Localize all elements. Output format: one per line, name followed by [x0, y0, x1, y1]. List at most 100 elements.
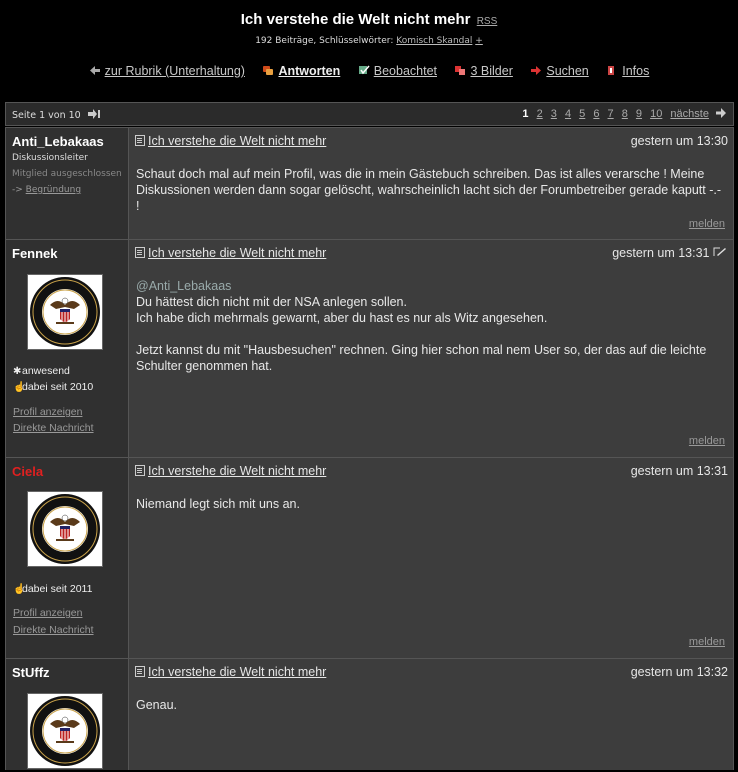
nav-back-to-category[interactable]: zur Rubrik (Unterhaltung)	[89, 64, 245, 78]
page-link[interactable]: 4	[565, 108, 571, 120]
post-time: gestern um 13:32	[630, 665, 728, 679]
page-link[interactable]: 6	[593, 108, 599, 120]
pagination-bar: Seite 1 von 10 1 2 3 4 5 6 7 8 9 10 näch…	[5, 102, 734, 126]
avatar[interactable]	[27, 274, 103, 350]
member-since: ☝dabei seit 2010	[13, 381, 93, 393]
post-title-text: Ich verstehe die Welt nicht mehr	[148, 134, 327, 148]
post-line: Ich habe dich mehrmals gewarnt, aber du …	[136, 311, 548, 325]
page-link[interactable]: 7	[608, 108, 614, 120]
rss-link[interactable]: RSS	[477, 16, 498, 27]
page-link[interactable]: 3	[551, 108, 557, 120]
nav-reply[interactable]: Antworten	[262, 64, 340, 78]
document-icon	[135, 666, 145, 677]
post-title[interactable]: Ich verstehe die Welt nicht mehr	[135, 134, 326, 148]
author-role: Diskussionsleiter	[12, 153, 88, 163]
edit-icon[interactable]	[713, 247, 727, 258]
hand-icon: ☝	[13, 584, 26, 595]
watch-icon	[358, 65, 370, 75]
reply-icon	[263, 66, 274, 75]
post-author-panel: Anti_Lebakaas Diskussionsleiter Mitglied…	[6, 128, 129, 239]
next-page-link[interactable]: nächste	[670, 108, 709, 120]
nsa-seal-image	[30, 696, 100, 766]
document-icon	[135, 135, 145, 146]
post: Fennek ✱anwesend ☝dabei seit 2010 Profil…	[5, 239, 734, 458]
page-links: 1 2 3 4 5 6 7 8 9 10 nächste	[517, 108, 727, 120]
post-content: Ich verstehe die Welt nicht mehr gestern…	[129, 659, 733, 770]
post: Ciela ☝dabei seit 2011 Profil anzeigen D…	[5, 457, 734, 659]
online-status: ✱anwesend	[13, 365, 70, 377]
nav-watched[interactable]: Beobachtet	[358, 64, 437, 78]
status-text: anwesend	[22, 365, 70, 377]
post-time: gestern um 13:31	[630, 464, 728, 478]
jump-to-page-icon[interactable]	[87, 109, 101, 119]
page-info: Seite 1 von 10	[12, 109, 101, 121]
direct-message-link[interactable]: Direkte Nachricht	[13, 422, 94, 434]
nav-label: Beobachtet	[373, 64, 437, 78]
post: Anti_Lebakaas Diskussionsleiter Mitglied…	[5, 127, 734, 240]
hand-icon: ☝	[13, 382, 26, 393]
member-excluded-note: Mitglied ausgeschlossen	[12, 169, 122, 179]
report-link[interactable]: melden	[689, 435, 725, 447]
post-text: Niemand legt sich mit uns an.	[136, 497, 300, 511]
page-link[interactable]: 10	[650, 108, 662, 120]
document-icon	[135, 247, 145, 258]
arrow-left-icon	[89, 66, 100, 75]
page-link[interactable]: 9	[636, 108, 642, 120]
post-author-panel: StUffz	[6, 659, 129, 770]
post-line: Jetzt kannst du mit "Hausbesuchen" rechn…	[136, 343, 707, 373]
avatar[interactable]	[27, 491, 103, 567]
member-since-text: dabei seit 2010	[22, 381, 94, 393]
nav-label: zur Rubrik (Unterhaltung)	[104, 64, 245, 78]
author-name[interactable]: Fennek	[12, 246, 58, 261]
page-current: 1	[522, 108, 529, 120]
author-name[interactable]: Ciela	[12, 464, 43, 479]
profile-link[interactable]: Profil anzeigen	[13, 607, 82, 619]
nav-label: Antworten	[278, 64, 341, 78]
post-title-text: Ich verstehe die Welt nicht mehr	[148, 665, 327, 679]
nav-info[interactable]: Infos	[606, 64, 649, 78]
post: StUffz Ich verstehe die Welt nicht mehr …	[5, 658, 734, 770]
thread-meta: 192 Beiträge, Schlüsselwörter: Komisch S…	[0, 36, 738, 46]
post-time-text: gestern um 13:31	[612, 246, 710, 260]
thread-title-text: Ich verstehe die Welt nicht mehr	[240, 11, 471, 28]
person-icon: ✱	[13, 366, 22, 377]
post-time: gestern um 13:30	[630, 134, 728, 148]
profile-link[interactable]: Profil anzeigen	[13, 406, 82, 418]
direct-message-link[interactable]: Direkte Nachricht	[13, 624, 94, 636]
arrow-right-icon[interactable]	[715, 108, 727, 118]
post-text: @Anti_Lebakaas Du hättest dich nicht mit…	[136, 278, 723, 374]
page-info-text: Seite 1 von 10	[12, 110, 81, 121]
page-link[interactable]: 5	[579, 108, 585, 120]
avatar[interactable]	[27, 693, 103, 769]
nav-images[interactable]: 3 Bilder	[454, 64, 513, 78]
post-title-text: Ich verstehe die Welt nicht mehr	[148, 464, 327, 478]
post-line: Du hättest dich nicht mit der NSA anlege…	[136, 295, 407, 309]
nav-label: 3 Bilder	[470, 64, 513, 78]
thread-title: Ich verstehe die Welt nicht mehr RSS	[0, 11, 738, 28]
posts-count: 192 Beiträge, Schlüsselwörter:	[255, 36, 394, 46]
nav-label: Infos	[622, 64, 650, 78]
post-text: Schaut doch mal auf mein Profil, was die…	[136, 167, 722, 213]
post-text: Genau.	[136, 698, 178, 712]
add-keyword-link[interactable]: +	[475, 36, 483, 46]
author-name[interactable]: StUffz	[12, 665, 50, 680]
post-title[interactable]: Ich verstehe die Welt nicht mehr	[135, 246, 326, 260]
reason-link[interactable]: Begründung	[26, 185, 81, 195]
page-link[interactable]: 8	[622, 108, 628, 120]
post-author-panel: Fennek ✱anwesend ☝dabei seit 2010 Profil…	[6, 240, 129, 457]
post-time: gestern um 13:31	[612, 246, 727, 260]
keywords-link[interactable]: Komisch Skandal	[396, 36, 472, 46]
report-link[interactable]: melden	[689, 218, 725, 230]
author-name[interactable]: Anti_Lebakaas	[12, 134, 104, 149]
document-icon	[135, 465, 145, 476]
member-since-text: dabei seit 2011	[22, 583, 93, 595]
post-title[interactable]: Ich verstehe die Welt nicht mehr	[135, 665, 326, 679]
nsa-seal-image	[30, 494, 100, 564]
post-title[interactable]: Ich verstehe die Welt nicht mehr	[135, 464, 326, 478]
post-title-text: Ich verstehe die Welt nicht mehr	[148, 246, 327, 260]
post-content: Ich verstehe die Welt nicht mehr gestern…	[129, 128, 733, 239]
page-link[interactable]: 2	[537, 108, 543, 120]
reason-prefix: ->	[12, 185, 23, 195]
nav-search[interactable]: Suchen	[530, 64, 589, 78]
report-link[interactable]: melden	[689, 636, 725, 648]
